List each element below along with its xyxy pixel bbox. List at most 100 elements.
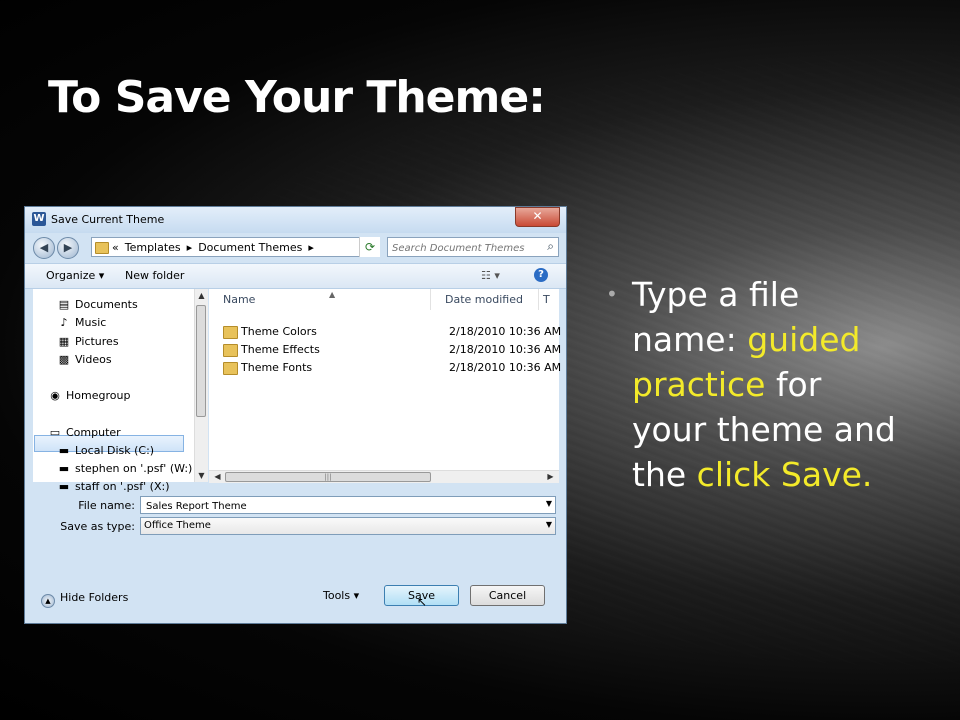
breadcrumb-separator[interactable]: ▸ bbox=[187, 241, 193, 254]
help-icon[interactable]: ? bbox=[534, 268, 548, 282]
file-row[interactable]: Theme Effects 2/18/2010 10:36 AM F bbox=[223, 341, 562, 359]
nav-scrollbar[interactable]: ▲ ▼ bbox=[194, 289, 208, 482]
close-button[interactable]: ✕ bbox=[515, 207, 560, 227]
cancel-button[interactable]: Cancel bbox=[470, 585, 545, 606]
address-box[interactable]: «Templates▸Document Themes▸ ▼ bbox=[91, 237, 379, 257]
slide-title: To Save Your Theme: bbox=[48, 72, 546, 123]
chevron-down-icon[interactable]: ▼ bbox=[546, 499, 552, 508]
collapse-icon: ▲ bbox=[41, 594, 55, 608]
sidebar-item-label: Music bbox=[75, 316, 107, 329]
save-type-label: Save as type: bbox=[60, 520, 135, 533]
file-row[interactable]: Theme Colors 2/18/2010 10:36 AM F bbox=[223, 323, 562, 341]
network-drive-icon: ▬ bbox=[58, 480, 70, 493]
dialog-titlebar: W Save Current Theme ✕ bbox=[25, 207, 566, 233]
file-list: Name ▲ Date modified T Theme Colors 2/18/… bbox=[209, 289, 562, 482]
search-box: ⌕ bbox=[387, 237, 559, 257]
scroll-left-icon[interactable]: ◀ bbox=[212, 472, 223, 481]
disk-icon: ▬ bbox=[58, 444, 70, 457]
save-theme-dialog: W Save Current Theme ✕ ◀ ▶ « Templates ▸ Do… bbox=[24, 206, 567, 624]
sidebar-item-music[interactable]: ♪ Music bbox=[58, 316, 106, 329]
search-input[interactable] bbox=[390, 239, 542, 257]
file-name: Theme Fonts bbox=[241, 361, 313, 374]
navigation-pane: ▤ Documents ♪ Music ▦ Pictures ▩ Videos ◉ Hom… bbox=[33, 289, 202, 493]
sidebar-item-stephen-drive[interactable]: ▬ stephen on '.psf' (W:) bbox=[58, 462, 193, 475]
new-folder-button[interactable]: New folder bbox=[125, 269, 184, 282]
breadcrumb-separator[interactable]: ▸ bbox=[308, 241, 314, 254]
hide-folders-button[interactable]: ▲ Hide Folders bbox=[41, 591, 128, 608]
file-name-input[interactable] bbox=[144, 498, 528, 514]
column-label: Name bbox=[223, 293, 256, 306]
breadcrumb-document-themes[interactable]: Document Themes bbox=[198, 241, 302, 254]
sidebar-item-label: Computer bbox=[66, 426, 121, 439]
file-name-field[interactable]: ▼ bbox=[140, 496, 556, 514]
scrollbar-thumb[interactable]: ||| bbox=[225, 472, 431, 482]
sidebar-item-label: Local Disk (C:) bbox=[75, 444, 155, 457]
word-app-icon: W bbox=[32, 212, 46, 226]
bullet-text: Type a file name: guided practice for yo… bbox=[606, 272, 896, 497]
file-date: 2/18/2010 10:36 AM bbox=[449, 325, 562, 338]
organize-button[interactable]: Organize ▾ bbox=[46, 269, 104, 282]
folder-icon bbox=[95, 242, 109, 254]
view-options-icon[interactable]: ☷ ▾ bbox=[481, 269, 500, 282]
sidebar-item-label: staff on '.psf' (X:) bbox=[75, 480, 170, 493]
dialog-toolbar: Organize ▾ New folder ☷ ▾ ? bbox=[25, 263, 566, 289]
breadcrumb-overflow[interactable]: « bbox=[112, 241, 119, 254]
file-list-scrollbar[interactable]: ◀ ||| ▶ bbox=[209, 470, 559, 483]
scroll-up-icon[interactable]: ▲ bbox=[196, 291, 207, 300]
breadcrumb: « Templates ▸ Document Themes ▸ bbox=[112, 241, 320, 254]
sidebar-item-staff-drive[interactable]: ▬ staff on '.psf' (X:) bbox=[58, 480, 170, 493]
sidebar-item-homegroup[interactable]: ◉ Homegroup bbox=[49, 389, 130, 402]
folder-icon bbox=[223, 326, 238, 339]
folder-icon bbox=[223, 362, 238, 375]
mouse-cursor-icon: ↖ bbox=[417, 595, 428, 609]
column-label: Date modified bbox=[445, 293, 523, 306]
sidebar-item-label: Pictures bbox=[75, 335, 119, 348]
back-button[interactable]: ◀ bbox=[33, 237, 55, 259]
sidebar-item-label: stephen on '.psf' (W:) bbox=[75, 462, 193, 475]
bullet-highlight-click: click Save. bbox=[696, 455, 873, 494]
chevron-down-icon[interactable]: ▼ bbox=[546, 520, 552, 529]
sidebar-item-label: Homegroup bbox=[66, 389, 131, 402]
file-date: 2/18/2010 10:36 AM bbox=[449, 361, 562, 374]
search-icon[interactable]: ⌕ bbox=[547, 239, 554, 254]
file-name: Theme Effects bbox=[241, 343, 320, 356]
scroll-down-icon[interactable]: ▼ bbox=[196, 471, 207, 480]
file-name: Theme Colors bbox=[241, 325, 317, 338]
file-row[interactable]: Theme Fonts 2/18/2010 10:36 AM F bbox=[223, 359, 562, 377]
videos-icon: ▩ bbox=[58, 353, 70, 366]
sidebar-item-local-disk[interactable]: ▬ Local Disk (C:) bbox=[58, 444, 154, 457]
column-header-date[interactable]: Date modified bbox=[431, 289, 539, 310]
sidebar-item-pictures[interactable]: ▦ Pictures bbox=[58, 335, 119, 348]
tools-button[interactable]: Tools ▾ bbox=[323, 589, 359, 602]
hide-folders-label: Hide Folders bbox=[60, 591, 129, 604]
file-date: 2/18/2010 10:36 AM bbox=[449, 343, 562, 356]
sort-arrow-icon: ▲ bbox=[329, 290, 336, 299]
refresh-icon[interactable]: ⟳ bbox=[359, 237, 380, 257]
music-icon: ♪ bbox=[60, 316, 68, 329]
pictures-icon: ▦ bbox=[58, 335, 70, 348]
address-bar: ◀ ▶ «Templates▸Document Themes▸ ▼ ⟳ ⌕ bbox=[25, 233, 566, 263]
save-type-select[interactable]: Office Theme ▼ bbox=[140, 517, 556, 535]
sidebar-item-computer[interactable]: ▭ Computer bbox=[49, 426, 121, 439]
bullet-item: • Type a file name: guided practice for … bbox=[606, 272, 896, 497]
computer-icon: ▭ bbox=[49, 426, 61, 439]
file-name-label: File name: bbox=[78, 499, 135, 512]
bullet-dot: • bbox=[606, 282, 618, 306]
sidebar-item-label: Videos bbox=[75, 353, 112, 366]
dialog-title: Save Current Theme bbox=[51, 213, 165, 226]
column-header-name[interactable]: Name ▲ bbox=[209, 289, 431, 310]
breadcrumb-templates[interactable]: Templates bbox=[125, 241, 181, 254]
scroll-right-icon[interactable]: ▶ bbox=[545, 472, 556, 481]
save-type-value: Office Theme bbox=[144, 520, 211, 531]
documents-icon: ▤ bbox=[58, 298, 70, 311]
homegroup-icon: ◉ bbox=[50, 389, 60, 402]
column-header-type[interactable]: T bbox=[539, 289, 559, 310]
folder-icon bbox=[223, 344, 238, 357]
scrollbar-thumb[interactable] bbox=[196, 305, 206, 417]
sidebar-item-label: Documents bbox=[75, 298, 138, 311]
forward-button[interactable]: ▶ bbox=[57, 237, 79, 259]
network-drive-icon: ▬ bbox=[58, 462, 70, 475]
sidebar-item-videos[interactable]: ▩ Videos bbox=[58, 353, 112, 366]
sidebar-item-documents[interactable]: ▤ Documents bbox=[58, 298, 138, 311]
column-label: T bbox=[543, 293, 550, 306]
